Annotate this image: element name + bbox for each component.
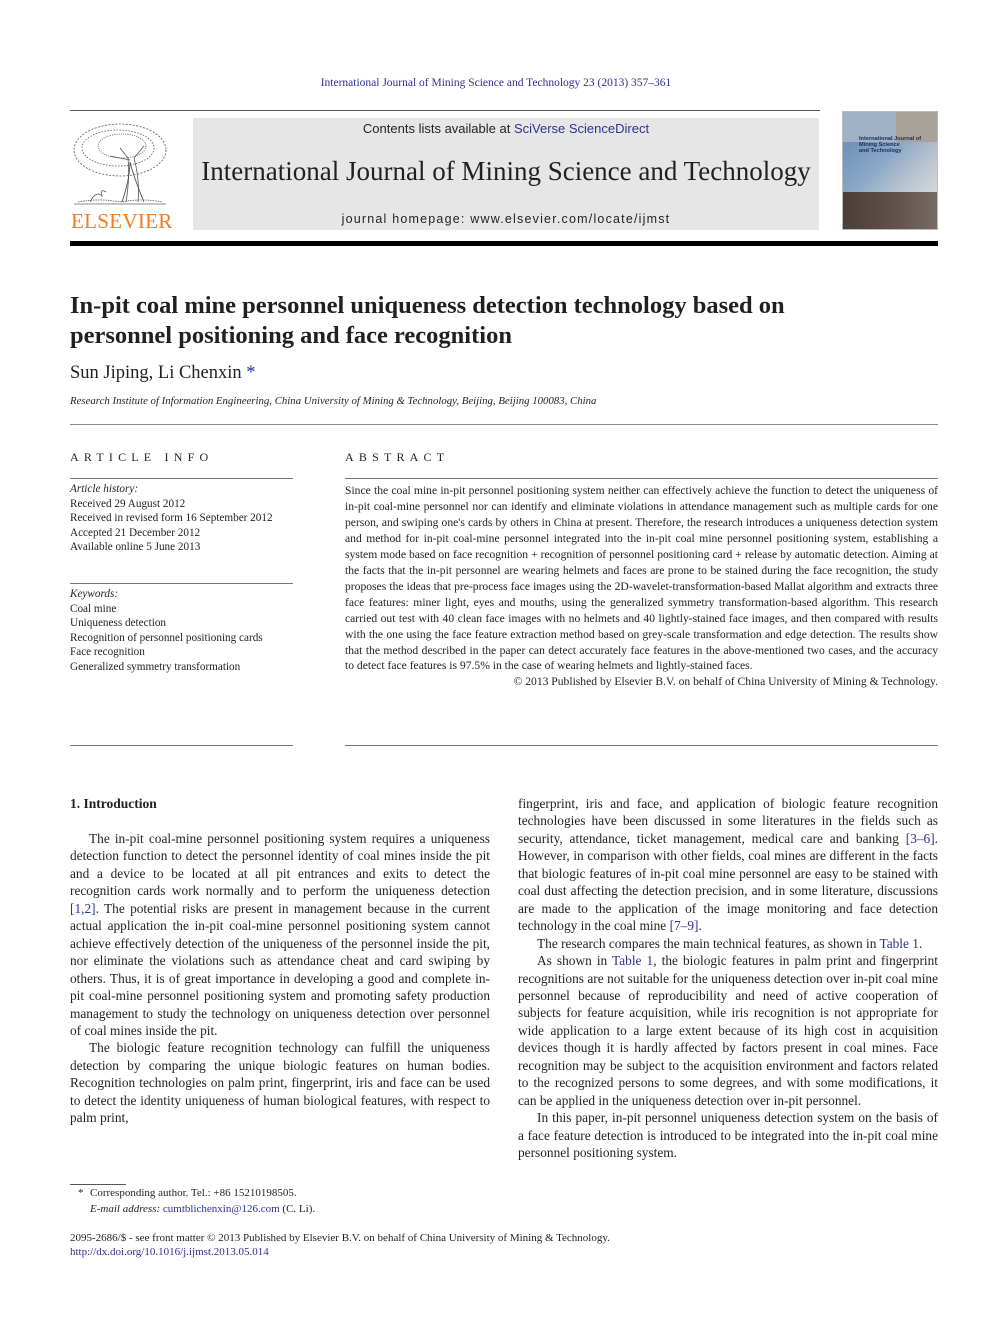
- abstract-bottom-rule: [345, 745, 938, 746]
- keyword-item: Generalized symmetry transformation: [70, 660, 241, 673]
- text-run: The in-pit coal-mine personnel positioni…: [70, 831, 490, 899]
- paragraph: The biologic feature recognition technol…: [70, 1040, 490, 1126]
- article-info-bottom-rule: [70, 745, 293, 746]
- sciencedirect-link[interactable]: SciVerse ScienceDirect: [514, 121, 649, 136]
- reference-link[interactable]: [1,2]: [70, 901, 96, 916]
- article-history-heading: Article history:: [70, 483, 139, 495]
- text-run: , the biologic features in palm print an…: [518, 953, 938, 1108]
- reference-link[interactable]: [3–6]: [906, 831, 935, 846]
- author-list: Sun Jiping, Li Chenxin *: [70, 363, 256, 384]
- section-heading-introduction: 1. Introduction: [70, 796, 157, 811]
- elsevier-wordmark: ELSEVIER: [71, 209, 173, 233]
- tree-icon: [73, 123, 167, 205]
- footnote-marker: *: [78, 1187, 84, 1199]
- paragraph: The research compares the main technical…: [518, 935, 938, 952]
- body-column-right: fingerprint, iris and face, and applicat…: [518, 795, 938, 1162]
- affiliation: Research Institute of Information Engine…: [70, 395, 597, 407]
- cover-title-line: and Technology: [859, 148, 902, 154]
- header-thick-rule: [70, 241, 938, 246]
- corresponding-author-marker[interactable]: *: [246, 363, 255, 383]
- article-info-rule: [70, 478, 293, 479]
- article-title: In-pit coal mine personnel uniqueness de…: [70, 292, 785, 349]
- keyword-item: Coal mine: [70, 602, 117, 615]
- keywords-heading: Keywords:: [70, 588, 119, 600]
- keywords-rule: [70, 583, 293, 584]
- text-run: fingerprint, iris and face, and applicat…: [518, 796, 938, 846]
- body-column-left: The in-pit coal-mine personnel positioni…: [70, 830, 490, 1127]
- paragraph: The in-pit coal-mine personnel positioni…: [70, 830, 490, 1039]
- abstract-label: ABSTRACT: [345, 450, 450, 464]
- header-top-rule: [70, 110, 820, 111]
- keyword-item: Uniqueness detection: [70, 617, 167, 629]
- text-run: The research compares the main technical…: [537, 935, 880, 951]
- text-run: . The potential risks are present in man…: [70, 900, 490, 1038]
- authors: Sun Jiping, Li Chenxin: [70, 363, 242, 383]
- paragraph: As shown in Table 1, the biologic featur…: [518, 952, 938, 1109]
- keyword-item: Recognition of personnel positioning car…: [70, 631, 263, 644]
- contents-availability: Contents lists available at SciVerse Sci…: [193, 121, 819, 136]
- paragraph: In this paper, in-pit personnel uniquene…: [518, 1110, 938, 1161]
- text-run: .: [698, 918, 702, 934]
- affiliation-rule: [70, 424, 938, 425]
- text-run: As shown in: [537, 953, 613, 969]
- homepage-prefix: journal homepage:: [341, 212, 471, 226]
- journal-banner: Contents lists available at SciVerse Sci…: [193, 118, 819, 230]
- email-link[interactable]: cumtblichenxin@126.com: [163, 1203, 280, 1215]
- corresponding-author-note: * Corresponding author. Tel.: +86 1521019…: [78, 1186, 315, 1202]
- table-link[interactable]: Table 1: [612, 953, 653, 968]
- paragraph: fingerprint, iris and face, and applicat…: [518, 795, 938, 935]
- table-link[interactable]: Table 1: [879, 936, 918, 951]
- journal-homepage: journal homepage: www.elsevier.com/locat…: [193, 212, 819, 226]
- contents-prefix: Contents lists available at: [362, 121, 514, 136]
- history-item: Received 29 August 2012: [70, 497, 186, 510]
- keyword-item: Face recognition: [70, 646, 145, 658]
- cover-band-bottom: [843, 192, 937, 229]
- issn-line: 2095-2686/$ - see front matter © 2013 Pu…: [70, 1232, 610, 1244]
- article-history: Article history: Received 29 August 2012…: [70, 482, 300, 555]
- cover-title: International Journal of Mining Science …: [859, 136, 921, 154]
- reference-link[interactable]: [7–9]: [670, 918, 699, 933]
- journal-name: International Journal of Mining Science …: [201, 156, 811, 186]
- history-item: Available online 5 June 2013: [70, 541, 201, 553]
- abstract: Since the coal mine in-pit personnel pos…: [345, 483, 938, 690]
- footnote-rule: [70, 1184, 126, 1185]
- abstract-rule: [345, 478, 938, 479]
- email-line: E-mail address: cumtblichenxin@126.com (…: [78, 1202, 315, 1218]
- journal-cover-thumbnail[interactable]: International Journal of Mining Science …: [842, 111, 938, 230]
- abstract-copyright: © 2013 Published by Elsevier B.V. on beh…: [513, 675, 938, 689]
- article-info-label: ARTICLE INFO: [70, 450, 214, 464]
- history-item: Accepted 21 December 2012: [70, 526, 201, 539]
- footnote: * Corresponding author. Tel.: +86 1521019…: [78, 1186, 315, 1217]
- front-matter: 2095-2686/$ - see front matter © 2013 Pu…: [70, 1231, 610, 1259]
- journal-citation-link[interactable]: International Journal of Mining Science …: [0, 77, 992, 89]
- keywords: Keywords: Coal mine Uniqueness detection…: [70, 587, 300, 674]
- abstract-text: Since the coal mine in-pit personnel pos…: [345, 484, 938, 673]
- email-label: E-mail address:: [90, 1202, 161, 1215]
- homepage-url[interactable]: www.elsevier.com/locate/ijmst: [470, 212, 670, 226]
- history-item: Received in revised form 16 September 20…: [70, 512, 273, 524]
- text-run: . However, in comparison with other fiel…: [518, 830, 938, 934]
- email-suffix: (C. Li).: [279, 1202, 316, 1215]
- text-run: .: [918, 935, 923, 951]
- doi-link[interactable]: http://dx.doi.org/10.1016/j.ijmst.2013.0…: [70, 1245, 610, 1259]
- corresponding-text: Corresponding author. Tel.: +86 15210198…: [90, 1187, 297, 1199]
